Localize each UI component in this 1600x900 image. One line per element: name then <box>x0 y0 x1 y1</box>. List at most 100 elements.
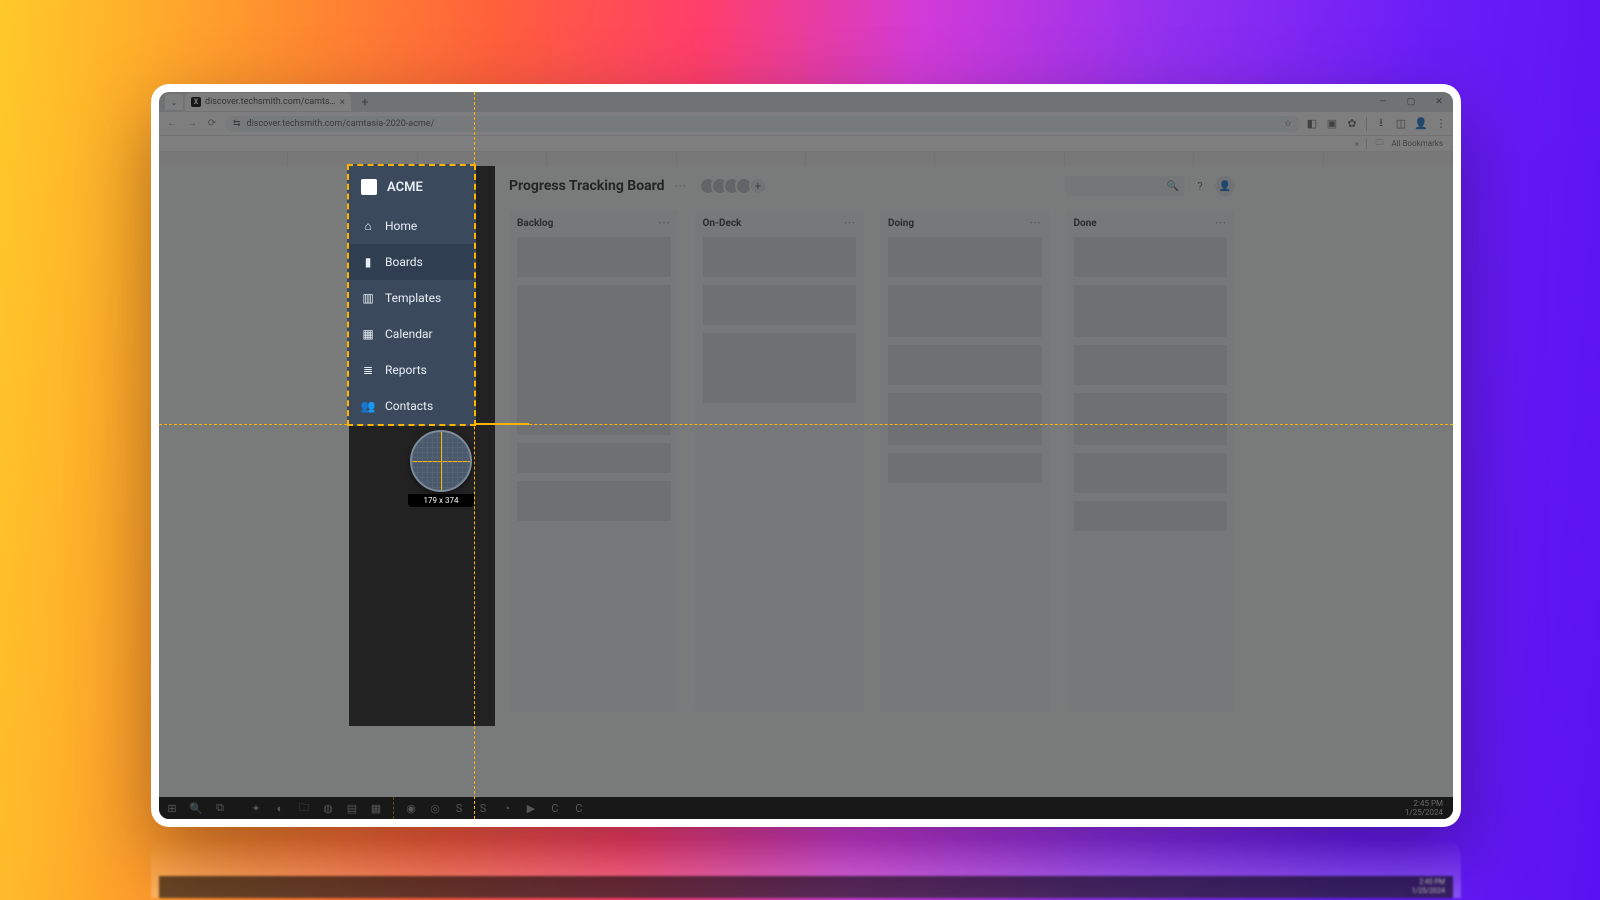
taskbar-app-icon[interactable]: ◎ <box>428 801 442 815</box>
sidebar-item-label: Templates <box>385 291 441 305</box>
board-card[interactable] <box>1074 345 1228 385</box>
downloads-icon[interactable]: ⭳ <box>1375 118 1387 130</box>
templates-icon: ▥ <box>361 291 375 305</box>
board-card[interactable] <box>703 237 857 277</box>
home-icon: ⌂ <box>361 219 375 233</box>
board-card[interactable] <box>1074 393 1228 445</box>
board-card[interactable] <box>703 333 857 403</box>
tab-search-dropdown[interactable]: ⌄ <box>165 94 183 110</box>
sidepanel-icon[interactable]: ◫ <box>1395 118 1407 130</box>
window-controls: — ▢ ✕ <box>1369 92 1453 112</box>
taskbar-app-icon[interactable]: ▦ <box>369 801 383 815</box>
board-search-input[interactable]: 🔍 <box>1065 176 1185 196</box>
browser-window: ⌄ X discover.techsmith.com/camts… × + — … <box>159 92 1453 819</box>
taskbar-app-icon[interactable]: ◔ <box>500 801 514 815</box>
sidebar-item-boards[interactable]: ▮ Boards <box>349 244 474 280</box>
new-tab-button[interactable]: + <box>357 94 373 110</box>
browser-menu-icon[interactable]: ⋮ <box>1435 118 1447 130</box>
nav-forward-button[interactable]: → <box>185 118 199 129</box>
bookmarks-bar: » 🗀 All Bookmarks <box>159 136 1453 152</box>
app-sidebar: ACME ⌂ Home ▮ Boards ▥ Templates <box>349 166 495 726</box>
profile-avatar-icon[interactable]: 👤 <box>1415 118 1427 130</box>
board-card[interactable] <box>888 285 1042 337</box>
acme-app-shell: ACME ⌂ Home ▮ Boards ▥ Templates <box>349 166 1249 726</box>
taskbar-app-icon[interactable]: ◐ <box>273 801 287 815</box>
board-card[interactable] <box>517 481 671 521</box>
reports-icon: ≣ <box>361 363 375 377</box>
folder-icon: 🗀 <box>1375 137 1383 151</box>
page-top-tabs-placeholder <box>159 152 1453 166</box>
task-view-icon[interactable]: ⧉ <box>213 801 227 815</box>
snagit-editor-icon[interactable]: S <box>476 801 490 815</box>
taskbar-app-icon[interactable]: ✦ <box>249 801 263 815</box>
workspace-brand[interactable]: ACME <box>349 166 474 208</box>
user-avatar[interactable]: 👤 <box>1215 176 1235 196</box>
sidebar-item-label: Home <box>385 219 417 233</box>
snagit-icon[interactable]: S <box>452 801 466 815</box>
start-button[interactable]: ⊞ <box>165 801 179 815</box>
bookmark-star-icon[interactable]: ☆ <box>1284 119 1292 129</box>
extension-icon[interactable]: ◧ <box>1306 118 1318 130</box>
sidebar-item-calendar[interactable]: ▦ Calendar <box>349 316 474 352</box>
clock-date: 1/25/2024 <box>1405 808 1443 817</box>
sidebar-item-home[interactable]: ⌂ Home <box>349 208 474 244</box>
frame-reflection: 2:45 PM1/25/2024 <box>151 838 1461 898</box>
workspace-logo-icon <box>361 179 377 195</box>
extensions-puzzle-icon[interactable]: ✿ <box>1346 118 1358 130</box>
board-card[interactable] <box>703 285 857 325</box>
column-ondeck: On-Deck ··· <box>695 210 865 712</box>
system-tray-clock[interactable]: 2:45 PM 1/25/2024 <box>1405 799 1447 817</box>
board-card[interactable] <box>1074 453 1228 493</box>
board-card[interactable] <box>517 443 671 473</box>
board-card[interactable] <box>888 237 1042 277</box>
tab-close-button[interactable]: × <box>340 97 345 108</box>
taskbar-search-icon[interactable]: 🔍 <box>189 801 203 815</box>
camtasia-rec-icon[interactable]: C <box>572 801 586 815</box>
sidebar-item-templates[interactable]: ▥ Templates <box>349 280 474 316</box>
board-card[interactable] <box>517 237 671 277</box>
board-card[interactable] <box>517 285 671 435</box>
all-bookmarks-button[interactable]: All Bookmarks <box>1391 139 1443 148</box>
taskbar-app-ociuo-[interactable]: ◍ <box>321 801 335 815</box>
column-menu-icon[interactable]: ··· <box>1215 218 1227 229</box>
add-member-button[interactable]: + <box>749 177 767 195</box>
board-card[interactable] <box>888 393 1042 445</box>
column-menu-icon[interactable]: ··· <box>844 218 856 229</box>
board-card[interactable] <box>1074 237 1228 277</box>
sidebar-item-label: Contacts <box>385 399 433 413</box>
board-card[interactable] <box>1074 285 1228 337</box>
window-maximize-button[interactable]: ▢ <box>1397 92 1425 112</box>
board-menu-icon[interactable]: ··· <box>675 179 687 193</box>
browser-tab-strip: ⌄ X discover.techsmith.com/camts… × + — … <box>159 92 1453 112</box>
column-menu-icon[interactable]: ··· <box>1029 218 1041 229</box>
column-done: Done ··· <box>1066 210 1236 712</box>
board-card[interactable] <box>1074 501 1228 531</box>
column-menu-icon[interactable]: ··· <box>658 218 670 229</box>
sidebar-item-reports[interactable]: ≣ Reports <box>349 352 474 388</box>
tab-favicon-icon: X <box>191 97 201 107</box>
window-minimize-button[interactable]: — <box>1369 92 1397 112</box>
sidebar-item-contacts[interactable]: 👥 Contacts <box>349 388 474 424</box>
spotify-icon[interactable]: ◉ <box>404 801 418 815</box>
site-info-icon[interactable]: ⇆ <box>233 119 241 129</box>
help-button[interactable]: ? <box>1193 179 1207 193</box>
taskbar-app-icon[interactable] <box>393 797 394 819</box>
extension-snagit-icon[interactable]: ▣ <box>1326 118 1338 130</box>
bookmarks-overflow-icon[interactable]: » <box>1355 139 1359 148</box>
nav-back-button[interactable]: ← <box>165 118 179 129</box>
taskbar-app-icon[interactable]: ▶ <box>524 801 538 815</box>
taskbar-app-icon[interactable]: ▤ <box>345 801 359 815</box>
bookmarks-sep <box>1366 139 1367 149</box>
contacts-icon: 👥 <box>361 399 375 413</box>
browser-tab[interactable]: X discover.techsmith.com/camts… × <box>185 93 351 111</box>
address-bar[interactable]: ⇆ discover.techsmith.com/camtasia-2020-a… <box>225 116 1300 132</box>
toolbar-separator <box>1366 117 1367 131</box>
nav-reload-button[interactable]: ⟳ <box>205 118 219 129</box>
workspace-name: ACME <box>387 180 423 195</box>
board-card[interactable] <box>888 453 1042 483</box>
camtasia-icon[interactable]: C <box>548 801 562 815</box>
calendar-icon: ▦ <box>361 327 375 341</box>
file-explorer-icon[interactable]: 🗀 <box>297 801 311 815</box>
board-card[interactable] <box>888 345 1042 385</box>
window-close-button[interactable]: ✕ <box>1425 92 1453 112</box>
